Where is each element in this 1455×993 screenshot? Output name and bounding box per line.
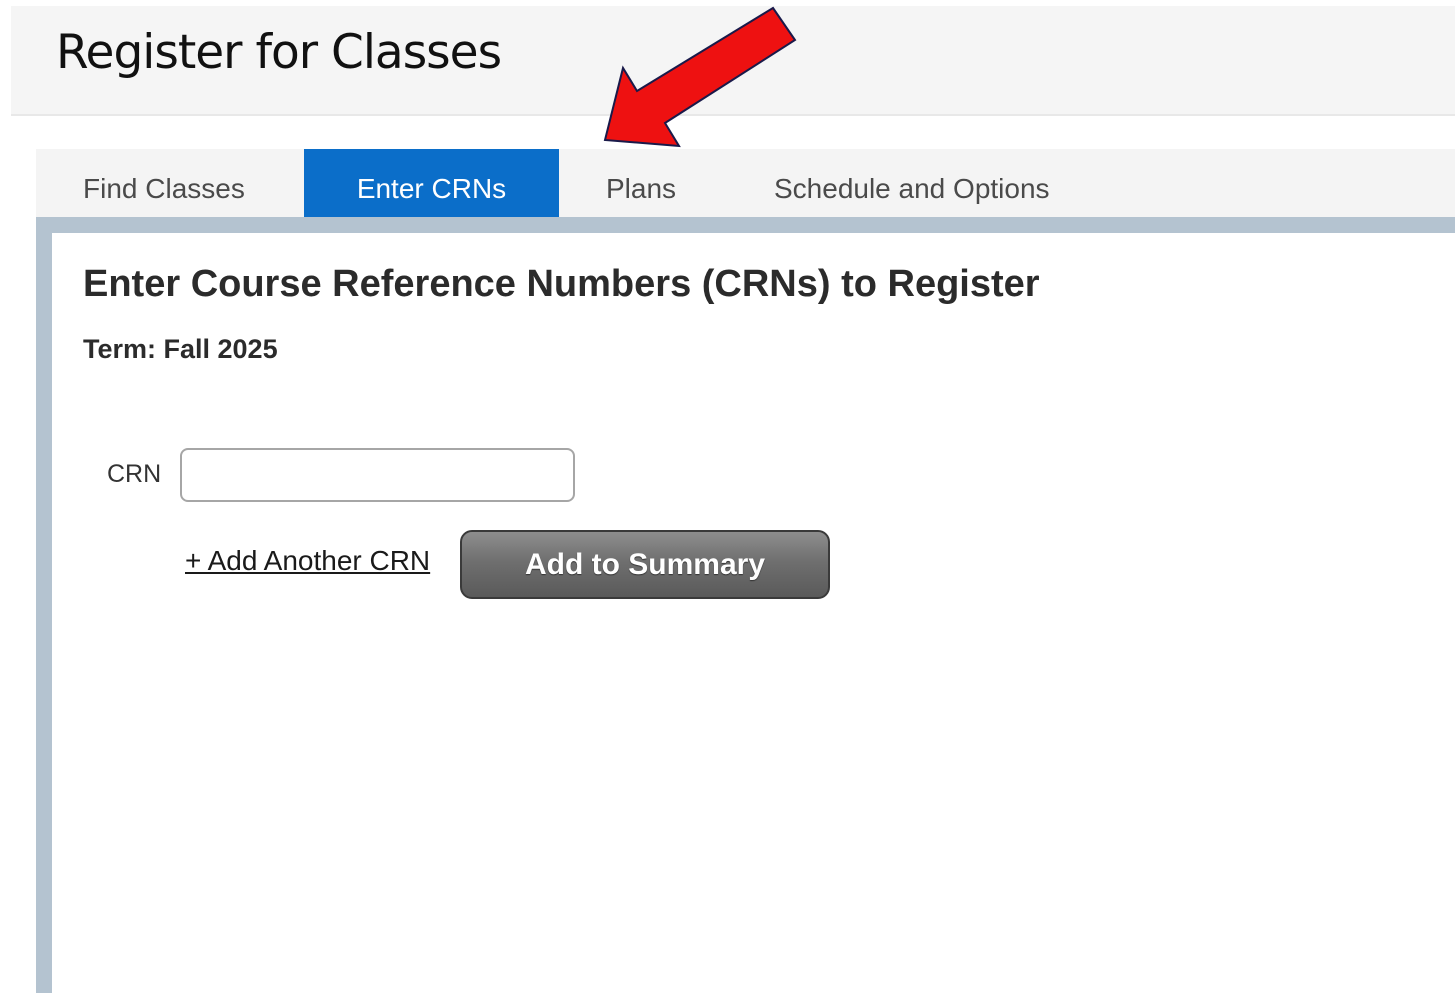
register-page: Register for Classes Find Classes Enter … bbox=[0, 0, 1455, 993]
section-title: Enter Course Reference Numbers (CRNs) to… bbox=[83, 263, 1040, 305]
add-another-crn-link[interactable]: + Add Another CRN bbox=[185, 545, 430, 577]
term-label: Term: Fall 2025 bbox=[83, 334, 278, 364]
panel-left-border bbox=[36, 217, 52, 993]
add-to-summary-button[interactable]: Add to Summary bbox=[460, 530, 830, 599]
tab-find-classes[interactable]: Find Classes bbox=[83, 149, 245, 217]
red-arrow-icon bbox=[603, 6, 797, 148]
page-title: Register for Classes bbox=[56, 25, 502, 80]
tab-underline-rule bbox=[36, 217, 1455, 233]
crn-label: CRN bbox=[107, 460, 162, 488]
tab-enter-crns[interactable]: Enter CRNs bbox=[304, 149, 559, 217]
crn-input[interactable] bbox=[180, 448, 575, 502]
red-arrow-shape bbox=[603, 6, 797, 148]
tab-schedule-and-options[interactable]: Schedule and Options bbox=[774, 149, 1050, 217]
